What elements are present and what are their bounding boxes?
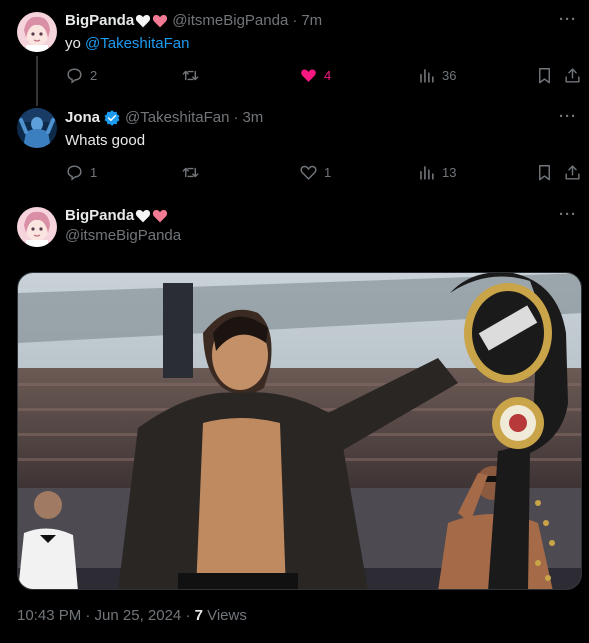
tweet-header: Jona @TakeshitaFan · 3m (65, 108, 263, 128)
share-icon (565, 68, 580, 83)
retweet-icon (182, 70, 199, 81)
mention-link[interactable]: @TakeshitaFan (85, 35, 189, 52)
bookmark-button[interactable] (535, 163, 554, 182)
bookmark-icon (539, 165, 550, 181)
like-count: 4 (324, 68, 332, 83)
like-icon (301, 69, 316, 82)
share-button[interactable] (563, 163, 582, 182)
views-count: 7 (194, 607, 203, 624)
more-icon[interactable]: ··· (559, 11, 577, 28)
retweet-icon (182, 167, 199, 178)
timestamp[interactable]: 7m (301, 11, 322, 31)
retweet-button[interactable] (181, 66, 206, 85)
reply-count: 2 (90, 68, 98, 83)
more-icon[interactable]: ··· (559, 108, 577, 125)
verified-badge-icon (104, 110, 120, 126)
views-count: 13 (442, 165, 457, 180)
user-handle[interactable]: @itsmeBigPanda (65, 226, 181, 246)
pink-heart-icon (153, 15, 168, 28)
tweet-timestamp-footer: 10:43 PM · Jun 25, 2024 · 7 Views (17, 606, 247, 626)
post-datetime[interactable]: 10:43 PM · Jun 25, 2024 · (17, 607, 195, 624)
action-bar: 2 4 36 (65, 66, 585, 86)
bookmark-icon (539, 68, 550, 84)
more-icon[interactable]: ··· (559, 206, 577, 223)
reply-button[interactable]: 2 (65, 66, 97, 85)
user-handle[interactable]: @TakeshitaFan (125, 108, 229, 128)
pink-heart-icon (153, 210, 168, 223)
views-icon (420, 69, 434, 83)
thread-line (36, 56, 38, 100)
white-heart-icon (136, 210, 151, 223)
display-name[interactable]: BigPanda (65, 206, 134, 226)
reply-icon (67, 68, 82, 84)
tweet-2[interactable]: Jona @TakeshitaFan · 3m ··· Whats good 1… (0, 100, 589, 198)
tweet-media-image[interactable] (17, 272, 582, 590)
action-bar: 1 1 13 (65, 163, 585, 183)
display-name[interactable]: BigPanda (65, 11, 134, 31)
tweet-text: yo @TakeshitaFan (65, 34, 189, 54)
thread-line (36, 100, 38, 106)
tweet-text-prefix: yo (65, 35, 86, 52)
retweet-button[interactable] (181, 163, 206, 182)
views-button[interactable]: 13 (417, 163, 456, 182)
white-heart-icon (136, 15, 151, 28)
user-handle[interactable]: @itsmeBigPanda (172, 11, 288, 31)
avatar[interactable] (17, 207, 57, 247)
bookmark-button[interactable] (535, 66, 554, 85)
tweet-header: BigPanda @itsmeBigPanda · 7m (65, 11, 322, 31)
tweet-1[interactable]: BigPanda @itsmeBigPanda · 7m ··· yo @Tak… (0, 0, 589, 100)
reply-button[interactable]: 1 (65, 163, 97, 182)
views-label: Views (202, 607, 247, 624)
tweet-header: BigPanda (65, 206, 168, 226)
tweet-text: Whats good (65, 132, 146, 149)
share-icon (565, 165, 580, 180)
timestamp[interactable]: 3m (242, 108, 263, 128)
display-name[interactable]: Jona (65, 108, 100, 128)
avatar[interactable] (17, 12, 57, 52)
views-icon (420, 166, 434, 180)
views-button[interactable]: 36 (417, 66, 456, 85)
separator-dot: · (233, 109, 239, 126)
like-button[interactable]: 1 (299, 163, 331, 182)
share-button[interactable] (563, 66, 582, 85)
avatar[interactable] (17, 108, 57, 148)
reply-icon (67, 165, 82, 181)
views-count: 36 (442, 68, 457, 83)
separator-dot: · (292, 12, 298, 29)
like-icon (300, 165, 317, 180)
like-count: 1 (324, 165, 332, 180)
reply-count: 1 (90, 165, 98, 180)
like-button[interactable]: 4 (299, 66, 331, 85)
tweet-header-handle: @itsmeBigPanda (65, 226, 181, 246)
